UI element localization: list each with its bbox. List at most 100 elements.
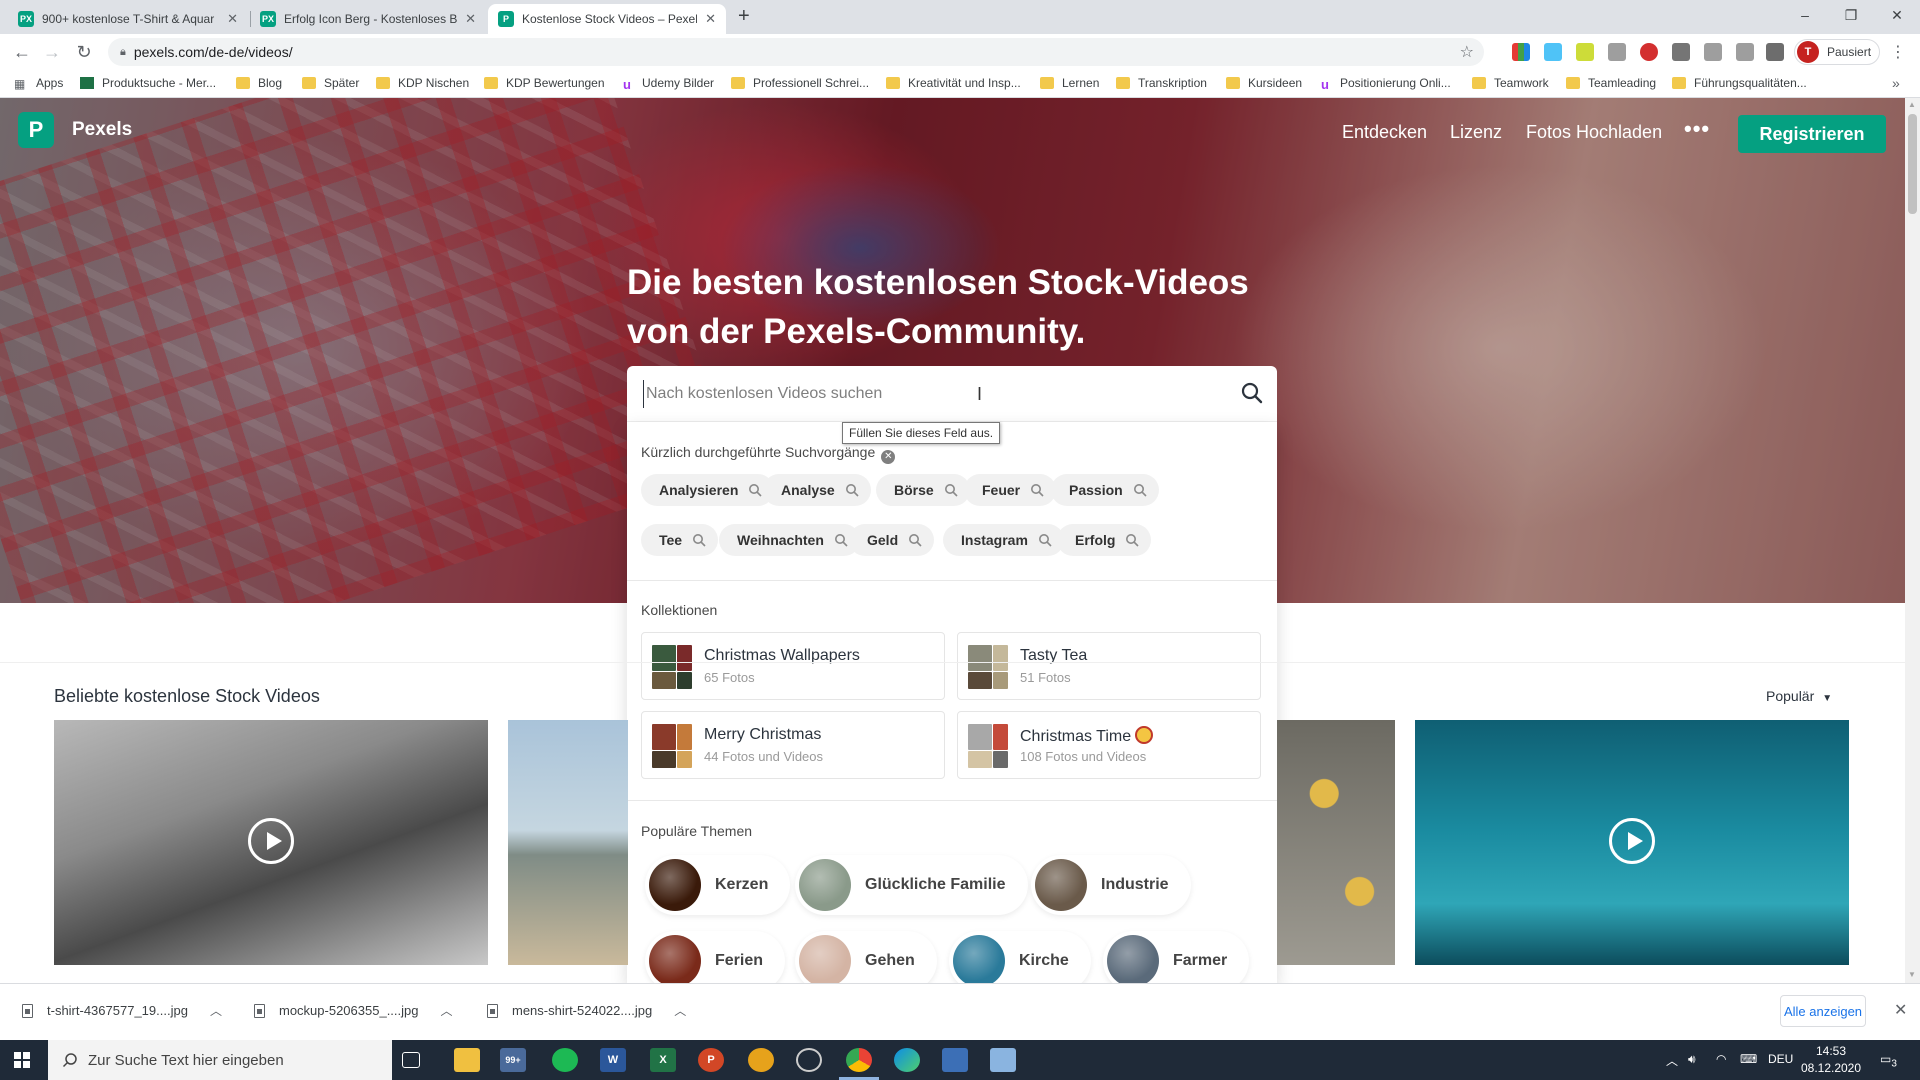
collection-card[interactable]: Christmas Wallpapers 65 Fotos [641,632,945,700]
file-explorer-icon[interactable] [454,1048,480,1072]
recent-search-chip[interactable]: Feuer [964,474,1057,506]
mail-icon[interactable]: 99+ [500,1048,526,1072]
edge-icon[interactable] [894,1048,920,1072]
extension-icon[interactable] [1512,43,1530,61]
extensions-puzzle-icon[interactable] [1766,43,1784,61]
close-shelf-icon[interactable]: ✕ [1894,1000,1907,1020]
bookmark-item[interactable]: u Udemy Bilder [620,76,714,92]
bookmark-item[interactable]: Blog [236,76,282,90]
close-tab-icon[interactable]: ✕ [227,11,238,27]
close-tab-icon[interactable]: ✕ [465,11,476,27]
tray-chevron-icon[interactable]: ︿ [1666,1052,1678,1069]
video-thumbnail[interactable] [1277,720,1395,965]
extension-icon[interactable] [1576,43,1594,61]
eyedropper-icon[interactable] [1704,43,1722,61]
topic-pill[interactable]: Farmer [1103,931,1250,983]
windows-start-icon[interactable] [14,1052,30,1068]
show-all-downloads-button[interactable]: Alle anzeigen [1780,995,1866,1027]
browser-tab-2[interactable]: PX Erfolg Icon Berg - Kostenloses Bi ✕ [250,4,486,34]
powerpoint-icon[interactable]: P [698,1048,724,1072]
scrollbar-thumb[interactable] [1908,114,1917,214]
topic-pill[interactable]: Ferien [645,931,786,983]
bookmark-item[interactable]: KDP Nischen [376,76,469,90]
browser-tab-1[interactable]: PX 900+ kostenlose T-Shirt & Aquar ✕ [8,4,248,34]
profile-button[interactable]: T Pausiert [1794,39,1880,65]
bookmark-item[interactable]: Lernen [1040,76,1099,90]
play-icon[interactable] [248,818,294,864]
recent-search-chip[interactable]: Börse [876,474,970,506]
browser-menu-icon[interactable]: ⋮ [1890,42,1906,62]
scroll-down-icon[interactable]: ▼ [1908,970,1916,979]
app-icon[interactable] [990,1048,1016,1072]
restore-icon[interactable]: ❐ [1828,0,1874,30]
recent-search-chip[interactable]: Instagram [943,524,1064,556]
reload-icon[interactable]: ↻ [72,40,96,64]
language-indicator[interactable]: DEU [1768,1052,1793,1066]
search-icon[interactable] [1237,378,1267,408]
scroll-up-icon[interactable]: ▲ [1908,100,1916,109]
window-close-icon[interactable]: ✕ [1874,0,1920,30]
clear-history-icon[interactable]: ✕ [881,449,896,464]
collection-card[interactable]: Merry Christmas 44 Fotos und Videos [641,711,945,779]
spotify-icon[interactable] [552,1048,578,1072]
bookmark-item[interactable]: Professionell Schrei... [731,76,869,90]
address-bar[interactable]: 🔒︎ pexels.com/de-de/videos/ ☆ [108,38,1484,66]
bookmark-item[interactable]: KDP Bewertungen [484,76,605,90]
more-menu-icon[interactable]: ••• [1684,116,1710,142]
extension-icon[interactable] [1672,43,1690,61]
app-icon[interactable] [942,1048,968,1072]
volume-icon[interactable]: 🔊︎ [1688,1052,1696,1067]
topic-pill[interactable]: Gehen [795,931,937,983]
extension-icon[interactable] [1608,43,1626,61]
topic-pill[interactable]: Glückliche Familie [795,855,1028,915]
download-item[interactable]: mens-shirt-524022....jpg ︿ [487,1002,686,1019]
bookmark-item[interactable]: Später [302,76,359,90]
word-icon[interactable]: W [600,1048,626,1072]
recent-search-chip[interactable]: Analyse [763,474,871,506]
nav-discover-link[interactable]: Entdecken [1342,122,1427,143]
bookmark-item[interactable]: Transkription [1116,76,1207,90]
chevron-up-icon[interactable]: ︿ [674,1002,686,1019]
pexels-logo[interactable]: P Pexels [18,112,132,148]
nav-license-link[interactable]: Lizenz [1450,122,1502,143]
recent-search-chip[interactable]: Weihnachten [719,524,860,556]
app-icon[interactable] [796,1048,822,1072]
bookmark-item[interactable]: Teamleading [1566,76,1656,90]
nav-upload-link[interactable]: Fotos Hochladen [1526,122,1662,143]
task-view-icon[interactable] [402,1052,420,1068]
keyboard-icon[interactable]: ⌨ [1740,1052,1757,1066]
notifications-icon[interactable]: ▭3 [1880,1052,1897,1069]
more-bookmarks-icon[interactable]: » [1892,75,1900,91]
collection-card[interactable]: Tasty Tea 51 Fotos [957,632,1261,700]
excel-icon[interactable]: X [650,1048,676,1072]
download-item[interactable]: t-shirt-4367577_19....jpg ︿ [22,1002,222,1019]
bookmark-apps[interactable]: ▦ Apps [14,76,63,91]
download-item[interactable]: mockup-5206355_....jpg ︿ [254,1002,453,1019]
register-button[interactable]: Registrieren [1738,115,1886,153]
new-tab-icon[interactable]: + [738,5,750,28]
bookmark-item[interactable]: Kursideen [1226,76,1302,90]
page-scrollbar[interactable]: ▲ ▼ [1905,98,1920,983]
bookmark-item[interactable]: Führungsqualitäten... [1672,76,1807,90]
minimize-icon[interactable]: – [1782,0,1828,30]
forward-icon[interactable]: → [40,40,64,64]
adblock-icon[interactable] [1640,43,1658,61]
bookmark-item[interactable]: Produktsuche - Mer... [80,76,216,90]
browser-tab-active[interactable]: P Kostenlose Stock Videos – Pexels ✕ [488,4,726,34]
fullscreen-icon[interactable] [1736,43,1754,61]
chrome-icon[interactable] [846,1048,872,1072]
extension-iq-icon[interactable] [1544,43,1562,61]
recent-search-chip[interactable]: Passion [1051,474,1159,506]
bookmark-item[interactable]: Kreativität und Insp... [886,76,1021,90]
collection-card[interactable]: Christmas Time 108 Fotos und Videos [957,711,1261,779]
recent-search-chip[interactable]: Geld [849,524,935,556]
app-icon[interactable] [748,1048,774,1072]
bookmark-star-icon[interactable]: ☆ [1460,42,1474,62]
back-icon[interactable]: ← [10,40,34,64]
topic-pill[interactable]: Kerzen [645,855,791,915]
taskbar-clock[interactable]: 14:53 08.12.2020 [1796,1043,1866,1077]
video-thumbnail[interactable] [1415,720,1849,965]
recent-search-chip[interactable]: Tee [641,524,719,556]
video-thumbnail[interactable] [54,720,488,965]
video-thumbnail[interactable] [508,720,628,965]
